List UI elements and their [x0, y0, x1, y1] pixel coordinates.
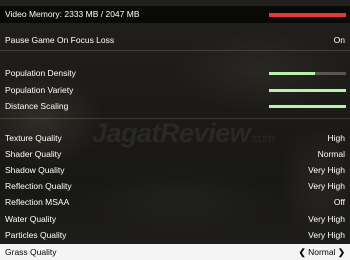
video-memory-bar — [269, 13, 346, 17]
setting-shadow-quality[interactable]: Shadow Quality Very High — [0, 162, 350, 179]
setting-value: Very High — [308, 165, 345, 175]
setting-label: Reflection Quality — [5, 181, 72, 191]
setting-value: On — [333, 35, 345, 45]
setting-label: Shadow Quality — [5, 165, 65, 175]
population-variety-slider[interactable] — [269, 89, 346, 92]
setting-label: Population Variety — [5, 85, 74, 95]
setting-water-quality[interactable]: Water Quality Very High — [0, 211, 350, 228]
divider — [0, 118, 350, 119]
setting-label: Water Quality — [5, 214, 57, 224]
setting-population-density[interactable]: Population Density — [0, 65, 350, 82]
setting-particles-quality[interactable]: Particles Quality Very High — [0, 227, 350, 244]
population-density-slider[interactable] — [269, 72, 346, 75]
setting-label: Grass Quality — [5, 247, 57, 257]
setting-label: Distance Scaling — [5, 101, 69, 111]
setting-label: Pause Game On Focus Loss — [5, 35, 115, 45]
setting-value: Normal — [308, 247, 336, 257]
setting-label: Population Density — [5, 68, 76, 78]
setting-label: Reflection MSAA — [5, 197, 70, 207]
setting-texture-quality[interactable]: Texture Quality High — [0, 130, 350, 147]
divider — [0, 50, 350, 51]
setting-value: Very High — [308, 230, 345, 240]
setting-value: Very High — [308, 214, 345, 224]
distance-scaling-slider[interactable] — [269, 105, 346, 108]
setting-distance-scaling[interactable]: Distance Scaling — [0, 98, 350, 115]
video-memory-row: Video Memory: 2333 MB / 2047 MB — [0, 6, 350, 23]
setting-reflection-msaa[interactable]: Reflection MSAA Off — [0, 194, 350, 211]
chevron-left-icon[interactable]: ❮ — [299, 247, 306, 257]
setting-pause-on-focus-loss[interactable]: Pause Game On Focus Loss On — [0, 32, 350, 49]
setting-population-variety[interactable]: Population Variety — [0, 82, 350, 99]
setting-value: Off — [333, 197, 345, 207]
chevron-right-icon[interactable]: ❯ — [338, 247, 345, 257]
setting-shader-quality[interactable]: Shader Quality Normal — [0, 146, 350, 163]
setting-value: Very High — [308, 181, 345, 191]
setting-label: Shader Quality — [5, 149, 62, 159]
setting-value-selector[interactable]: ❮ Normal ❯ — [299, 244, 345, 260]
setting-value: High — [327, 133, 345, 143]
graphics-settings-panel: Video Memory: 2333 MB / 2047 MB Pause Ga… — [0, 0, 350, 260]
setting-label: Texture Quality — [5, 133, 62, 143]
setting-reflection-quality[interactable]: Reflection Quality Very High — [0, 178, 350, 195]
setting-grass-quality[interactable]: Grass Quality ❮ Normal ❯ — [0, 244, 350, 260]
video-memory-label: Video Memory: 2333 MB / 2047 MB — [5, 9, 140, 19]
setting-value: Normal — [317, 149, 345, 159]
setting-label: Particles Quality — [5, 230, 67, 240]
